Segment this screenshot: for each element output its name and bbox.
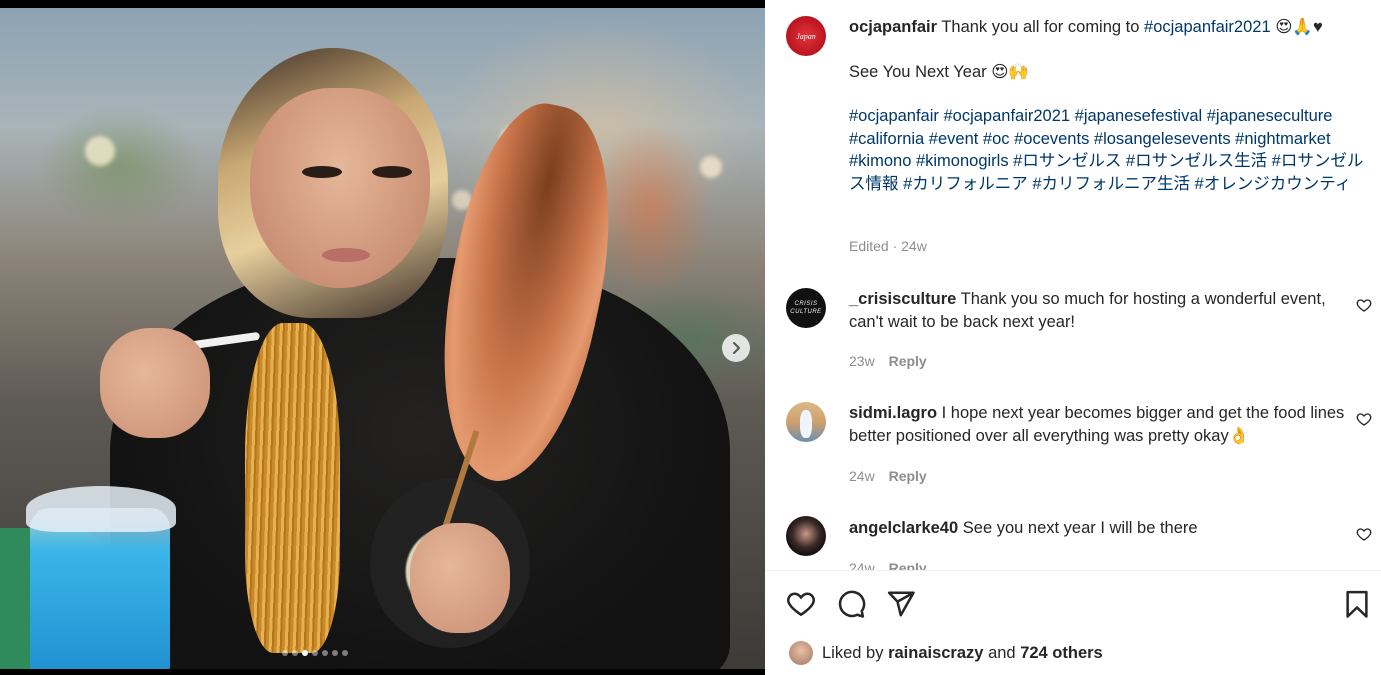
comment-age: 23w [849,353,875,369]
post-photo[interactable] [0,8,765,669]
instagram-post-modal: Japan ocjapanfair Thank you all for comi… [0,0,1381,675]
caption-text: Thank you all for coming to [941,18,1140,36]
avatar-logo-text: Japan [796,31,816,41]
comment-meta: 24w Reply [849,560,927,570]
likes-count[interactable]: 724 others [1020,644,1103,663]
reply-button[interactable]: Reply [889,468,927,484]
reply-button[interactable]: Reply [889,353,927,369]
avatar-logo-text: CRISIS CULTURE [790,301,822,315]
comment: _crisisculture Thank you so much for hos… [849,288,1349,333]
comment-meta: 24w Reply [849,468,927,484]
comment-username[interactable]: angelclarke40 [849,519,958,537]
person-eye [372,166,412,178]
commenter-avatar[interactable] [786,516,826,556]
carousel-next-button[interactable] [722,334,750,362]
carousel-dot [332,650,338,656]
carousel-dot [282,650,288,656]
comment-like-heart-icon[interactable] [1356,526,1372,542]
blue-drink-cup [30,508,170,669]
likes-summary: Liked by rainaiscrazy and 724 others [789,640,1103,666]
carousel-dot [342,650,348,656]
right-hand [410,523,510,633]
comment-like-heart-icon[interactable] [1356,411,1372,427]
post-sidebar: Japan ocjapanfair Thank you all for comi… [765,0,1381,675]
comment-text: See you next year I will be there [962,519,1198,537]
post-caption: ocjapanfair Thank you all for coming to … [849,16,1369,195]
caption-line: See You Next Year 😍🙌 [849,62,1029,81]
comment: angelclarke40 See you next year I will b… [849,517,1349,540]
background-light [85,136,115,166]
cup-lid [26,486,176,532]
comment-username[interactable]: sidmi.lagro [849,404,937,422]
caption-emoji: 😍🙏♥ [1275,18,1323,36]
carousel-dot [312,650,318,656]
carousel-dot [302,650,308,656]
person-lips [322,248,370,262]
caption-hashtag[interactable]: #ocjapanfair2021 [1144,18,1271,36]
liker-avatar[interactable] [789,641,813,665]
heart-icon[interactable] [786,589,816,619]
likes-joiner: and [988,643,1016,662]
noodles [245,323,340,653]
likes-prefix: Liked by [822,643,884,662]
comment-username[interactable]: _crisisculture [849,290,956,308]
paper-plane-icon[interactable] [886,589,916,619]
commenter-avatar[interactable]: CRISIS CULTURE [786,288,826,328]
liker-username[interactable]: rainaiscrazy [888,644,983,663]
divider [765,570,1381,571]
comment-like-heart-icon[interactable] [1356,297,1372,313]
bookmark-icon[interactable] [1342,589,1372,619]
left-hand [100,328,210,438]
comment: sidmi.lagro I hope next year becomes big… [849,402,1349,447]
caption-hashtags[interactable]: #ocjapanfair #ocjapanfair2021 #japanesef… [849,105,1369,195]
chevron-right-icon [733,342,740,354]
comment-icon[interactable] [836,589,866,619]
comment-age: 24w [849,560,875,570]
author-avatar[interactable]: Japan [786,16,826,56]
carousel-indicator [282,650,348,656]
comment-meta: 23w Reply [849,353,927,369]
commenter-avatar[interactable] [786,402,826,442]
comment-age: 24w [849,468,875,484]
background-light [700,156,722,178]
author-username[interactable]: ocjapanfair [849,18,937,36]
caption-edited-label: Edited · 24w [849,238,927,254]
carousel-dot [322,650,328,656]
carousel-dot [292,650,298,656]
reply-button[interactable]: Reply [889,560,927,570]
person-eye [302,166,342,178]
comments-scroll-area[interactable]: Japan ocjapanfair Thank you all for comi… [765,0,1381,570]
